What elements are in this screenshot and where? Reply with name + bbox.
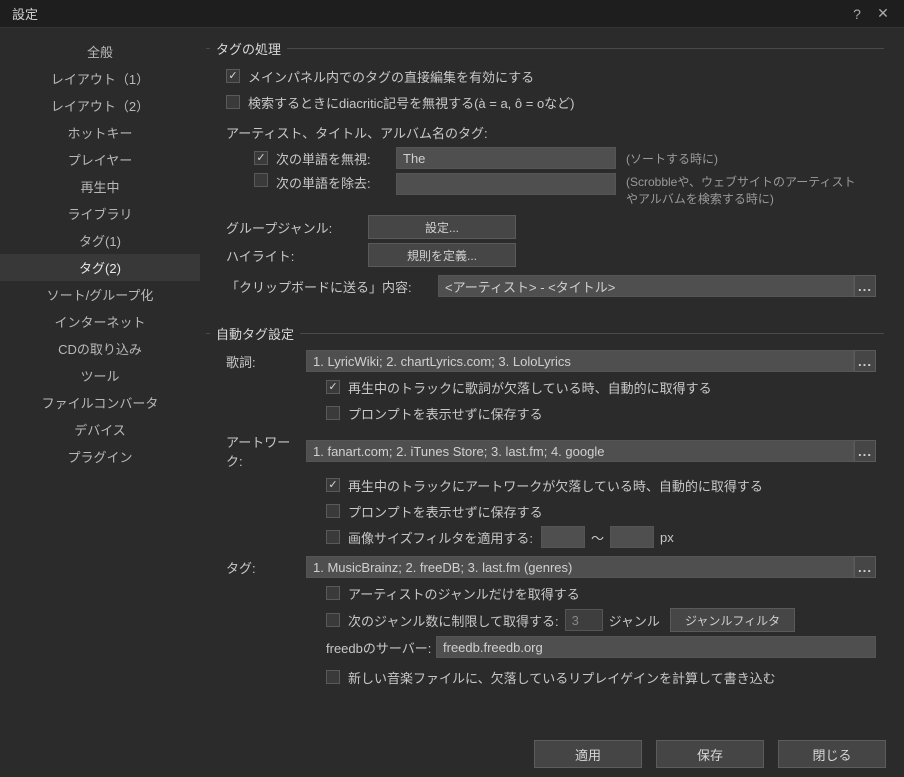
label-lyrics-auto: 再生中のトラックに歌詞が欠落している時、自動的に取得する — [348, 378, 712, 397]
label-highlight: ハイライト: — [226, 246, 368, 265]
label-artwork-noprompt: プロンプトを表示せずに保存する — [348, 502, 543, 521]
checkbox-artwork-auto[interactable] — [326, 478, 340, 492]
input-ignore-word[interactable] — [396, 147, 616, 169]
label-clipboard: 「クリップボードに送る」内容: — [226, 277, 438, 296]
sidebar-item-nowplaying[interactable]: 再生中 — [0, 173, 200, 200]
input-size-from[interactable] — [541, 526, 585, 548]
checkbox-lyrics-auto[interactable] — [326, 380, 340, 394]
input-lyrics-providers[interactable] — [306, 350, 854, 372]
sidebar-item-cdrip[interactable]: CDの取り込み — [0, 335, 200, 362]
group-auto-tag-title: 自動タグ設定 — [210, 324, 300, 343]
label-artwork-auto: 再生中のトラックにアートワークが欠落している時、自動的に取得する — [348, 476, 763, 495]
sidebar-item-sort-group[interactable]: ソート/グループ化 — [0, 281, 200, 308]
sidebar-item-plugin[interactable]: プラグイン — [0, 443, 200, 470]
input-genre-limit[interactable] — [565, 609, 603, 631]
sidebar-item-general[interactable]: 全般 — [0, 38, 200, 65]
sidebar-item-device[interactable]: デバイス — [0, 416, 200, 443]
close-icon[interactable]: ✕ — [870, 4, 896, 24]
checkbox-remove-word[interactable] — [254, 173, 268, 187]
sidebar-item-layout2[interactable]: レイアウト（2） — [0, 92, 200, 119]
window-title: 設定 — [8, 4, 844, 23]
sidebar-item-converter[interactable]: ファイルコンバータ — [0, 389, 200, 416]
group-auto-tag: 自動タグ設定 歌詞: ... 再生中のトラックに歌詞が欠落している時、自動的に取… — [206, 333, 884, 700]
save-button[interactable]: 保存 — [656, 740, 764, 768]
input-artwork-providers[interactable] — [306, 440, 854, 462]
label-genre-unit: ジャンル — [609, 611, 660, 630]
group-tag-processing: タグの処理 メインパネル内でのタグの直接編集を有効にする 検索するときにdiac… — [206, 48, 884, 309]
sidebar-item-tag2[interactable]: タグ(2) — [0, 254, 200, 281]
button-tag-more[interactable]: ... — [854, 556, 876, 578]
label-size-tilde: 〜 — [591, 528, 604, 547]
checkbox-artist-genre-only[interactable] — [326, 586, 340, 600]
hint-sort: (ソートする時に) — [626, 150, 718, 167]
checkbox-size-filter[interactable] — [326, 530, 340, 544]
button-genre-filter[interactable]: ジャンルフィルタ — [670, 608, 795, 632]
button-artwork-more[interactable]: ... — [854, 440, 876, 462]
checkbox-ignore-diacritic[interactable] — [226, 95, 240, 109]
sidebar-item-library[interactable]: ライブラリ — [0, 200, 200, 227]
label-size-unit: px — [660, 530, 674, 545]
label-artist-genre-only: アーティストのジャンルだけを取得する — [348, 584, 580, 603]
group-tag-processing-title: タグの処理 — [210, 39, 287, 58]
input-remove-word[interactable] — [396, 173, 616, 195]
checkbox-genre-limit[interactable] — [326, 613, 340, 627]
label-replaygain: 新しい音楽ファイルに、欠落しているリプレイゲインを計算して書き込む — [348, 668, 776, 687]
label-ignore-word: 次の単語を無視: — [276, 149, 396, 168]
button-clipboard-more[interactable]: ... — [854, 275, 876, 297]
close-button[interactable]: 閉じる — [778, 740, 886, 768]
checkbox-lyrics-noprompt[interactable] — [326, 406, 340, 420]
checkbox-replaygain[interactable] — [326, 670, 340, 684]
label-genre-limit: 次のジャンル数に制限して取得する: — [348, 611, 559, 630]
button-genre-settings[interactable]: 設定... — [368, 215, 516, 239]
checkbox-ignore-word[interactable] — [254, 151, 268, 165]
label-artist-title-album: アーティスト、タイトル、アルバム名のタグ: — [226, 123, 488, 142]
help-icon[interactable]: ? — [844, 4, 870, 24]
sidebar-item-hotkey[interactable]: ホットキー — [0, 119, 200, 146]
button-lyrics-more[interactable]: ... — [854, 350, 876, 372]
main-panel: タグの処理 メインパネル内でのタグの直接編集を有効にする 検索するときにdiac… — [200, 28, 904, 731]
sidebar-item-player[interactable]: プレイヤー — [0, 146, 200, 173]
hint-scrobble: (Scrobbleや、ウェブサイトのアーティストやアルバムを検索する時に) — [626, 173, 856, 207]
label-group-genre: グループジャンル: — [226, 218, 368, 237]
label-remove-word: 次の単語を除去: — [276, 173, 396, 192]
label-lyrics-noprompt: プロンプトを表示せずに保存する — [348, 404, 543, 423]
input-clipboard-format[interactable] — [438, 275, 854, 297]
label-tag: タグ: — [226, 558, 306, 577]
sidebar-item-tools[interactable]: ツール — [0, 362, 200, 389]
footer: 適用 保存 閉じる — [0, 731, 904, 777]
label-ignore-diacritic: 検索するときにdiacritic記号を無視する(à = a, ô = oなど) — [248, 93, 575, 112]
sidebar-item-internet[interactable]: インターネット — [0, 308, 200, 335]
input-size-to[interactable] — [610, 526, 654, 548]
label-size-filter: 画像サイズフィルタを適用する: — [348, 528, 533, 547]
input-tag-providers[interactable] — [306, 556, 854, 578]
checkbox-direct-edit[interactable] — [226, 69, 240, 83]
label-lyrics: 歌詞: — [226, 352, 306, 371]
titlebar: 設定 ? ✕ — [0, 0, 904, 28]
checkbox-artwork-noprompt[interactable] — [326, 504, 340, 518]
sidebar-item-tag1[interactable]: タグ(1) — [0, 227, 200, 254]
label-artwork: アートワーク: — [226, 432, 306, 470]
sidebar: 全般 レイアウト（1） レイアウト（2） ホットキー プレイヤー 再生中 ライブ… — [0, 28, 200, 731]
label-direct-edit: メインパネル内でのタグの直接編集を有効にする — [248, 67, 534, 86]
button-define-rules[interactable]: 規則を定義... — [368, 243, 516, 267]
label-freedb-server: freedbのサーバー: — [326, 638, 436, 657]
sidebar-item-layout1[interactable]: レイアウト（1） — [0, 65, 200, 92]
apply-button[interactable]: 適用 — [534, 740, 642, 768]
input-freedb-server[interactable] — [436, 636, 876, 658]
